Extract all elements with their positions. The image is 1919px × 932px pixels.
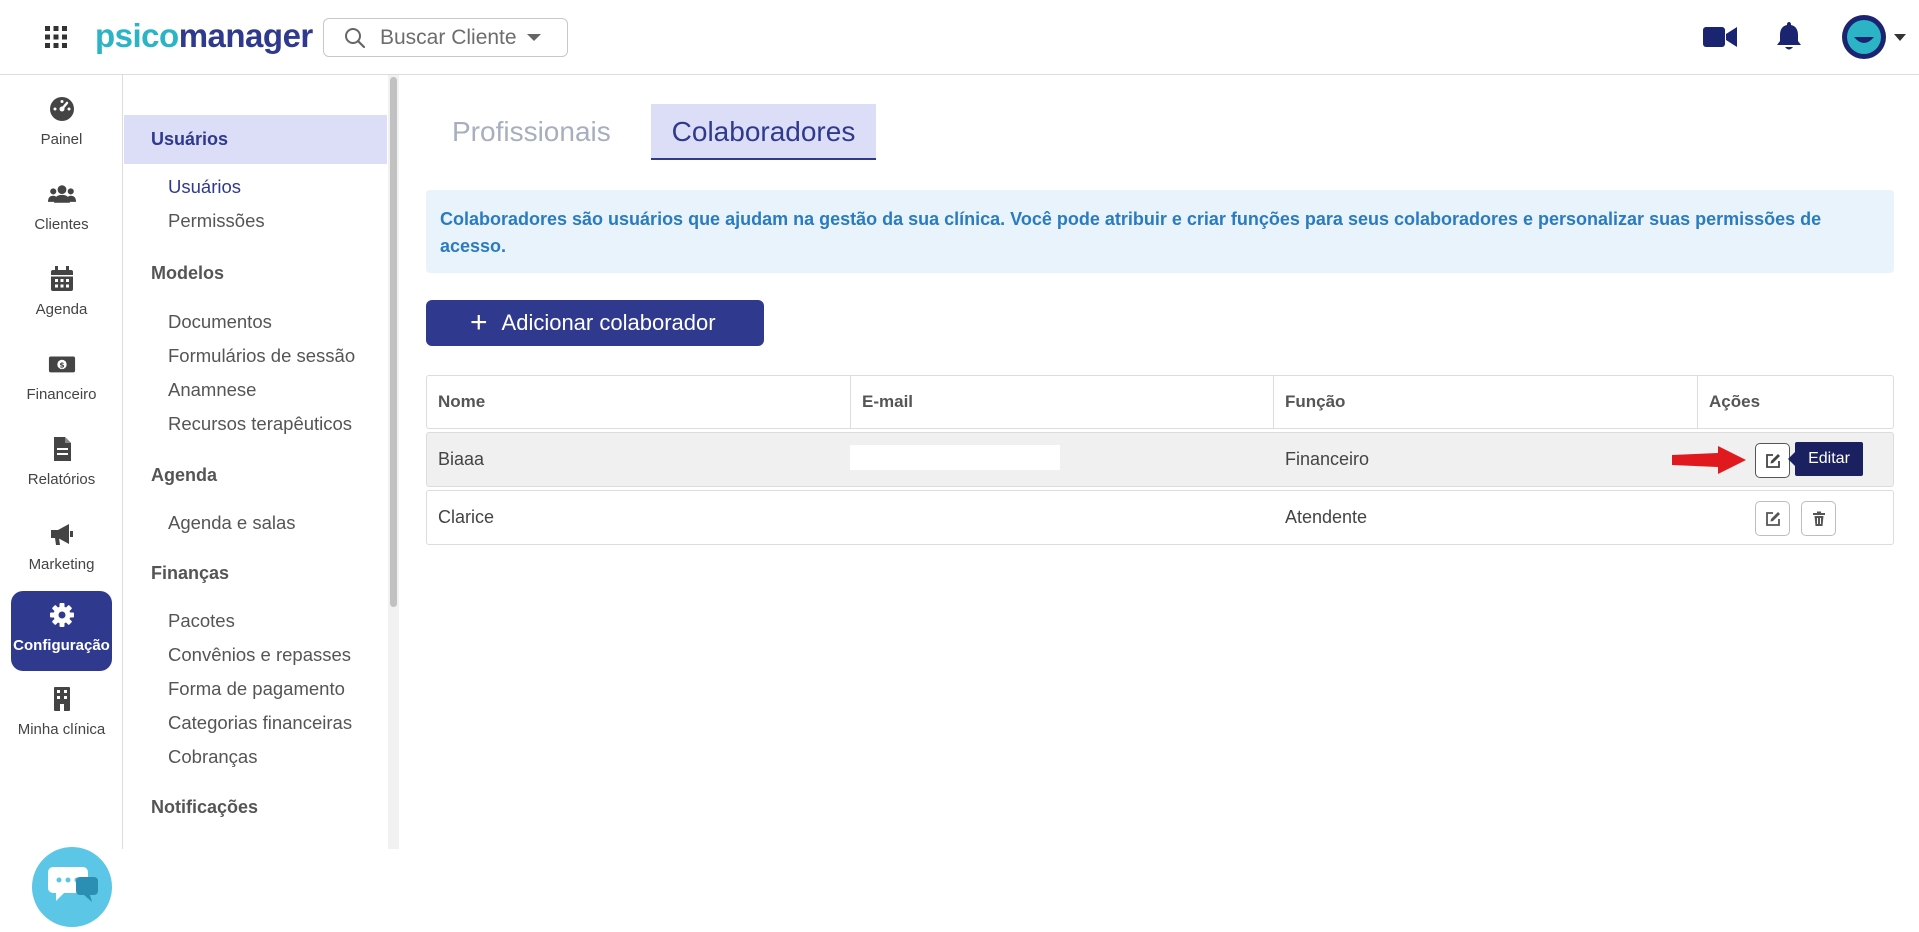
red-arrow-annotation-icon: [1672, 446, 1746, 474]
nav-label: Clientes: [34, 216, 89, 233]
cell-nome: Biaaa: [438, 449, 485, 469]
nav-label: Marketing: [28, 556, 95, 573]
table-header: Nome E-mail Função Ações: [426, 375, 1894, 429]
tab-profissionais[interactable]: Profissionais: [452, 104, 611, 160]
cell-nome: Clarice: [438, 507, 495, 527]
search-placeholder: Buscar Cliente: [380, 25, 517, 49]
cell-email-redacted: [850, 445, 1060, 470]
chevron-down-icon: [526, 34, 541, 41]
top-bar: psicomanager Buscar Cliente: [0, 0, 1919, 75]
users-icon: [47, 185, 76, 203]
section-financas: Finanças: [151, 563, 230, 583]
nav-label: Configuração: [13, 637, 110, 654]
nav-painel[interactable]: Painel: [11, 85, 112, 165]
link-categorias[interactable]: Categorias financeiras: [168, 712, 352, 734]
col-email: E-mail: [851, 376, 1274, 428]
building-icon: [53, 687, 70, 711]
nav-agenda[interactable]: Agenda: [11, 255, 112, 335]
add-collaborator-button[interactable]: + Adicionar colaborador: [426, 300, 764, 346]
link-agenda-salas[interactable]: Agenda e salas: [168, 512, 296, 534]
col-nome: Nome: [427, 376, 851, 428]
bell-icon[interactable]: [1776, 21, 1802, 51]
nav-label: Painel: [40, 131, 83, 148]
main-nav-rail: Painel Clientes Agenda $ Financeiro Rela…: [0, 75, 123, 927]
add-collaborator-label: Adicionar colaborador: [501, 310, 716, 335]
user-avatar[interactable]: [1842, 15, 1886, 59]
col-funcao: Função: [1274, 376, 1698, 428]
cell-funcao: Financeiro: [1285, 449, 1370, 469]
dashboard-gauge-icon: [49, 97, 74, 121]
video-camera-icon[interactable]: [1703, 25, 1737, 49]
trash-icon: [1812, 511, 1825, 526]
table-row[interactable]: Clarice Atendente: [426, 490, 1894, 545]
nav-label: Minha clínica: [17, 721, 106, 738]
sidebar-scrollbar[interactable]: [388, 75, 399, 849]
calendar-icon: [50, 266, 73, 291]
nav-financeiro[interactable]: $ Financeiro: [11, 340, 112, 420]
col-acoes: Ações: [1709, 392, 1761, 411]
nav-label: Agenda: [35, 301, 88, 318]
avatar-face-icon: [1847, 20, 1881, 54]
client-search[interactable]: Buscar Cliente: [323, 18, 568, 57]
account-menu-chevron-icon[interactable]: [1894, 34, 1906, 41]
link-documentos[interactable]: Documentos: [168, 311, 272, 333]
nav-clientes[interactable]: Clientes: [11, 170, 112, 250]
link-cobrancas[interactable]: Cobranças: [168, 746, 257, 768]
tab-colaboradores[interactable]: Colaboradores: [651, 104, 876, 160]
link-anamnese[interactable]: Anamnese: [168, 379, 256, 401]
gear-icon: [49, 603, 74, 627]
link-usuarios[interactable]: Usuários: [168, 176, 241, 198]
delete-button[interactable]: [1801, 501, 1836, 536]
tooltip-pointer: [1788, 452, 1795, 466]
link-convenios[interactable]: Convênios e repasses: [168, 644, 351, 666]
edit-icon: [1765, 453, 1780, 468]
section-notificacoes: Notificações: [151, 797, 259, 817]
nav-label: Relatórios: [27, 471, 96, 488]
logo-text-psico: psico: [95, 17, 179, 54]
search-icon: [345, 27, 366, 48]
edit-icon: [1765, 511, 1780, 526]
section-usuarios[interactable]: Usuários: [151, 129, 228, 150]
edit-tooltip: Editar: [1795, 442, 1863, 476]
plus-icon: +: [470, 306, 488, 339]
edit-button[interactable]: [1755, 501, 1790, 536]
link-recursos[interactable]: Recursos terapêuticos: [168, 413, 352, 435]
edit-button[interactable]: [1755, 443, 1790, 478]
nav-relatorios[interactable]: Relatórios: [11, 425, 112, 505]
chat-support-button[interactable]: [32, 847, 112, 927]
scrollbar-thumb[interactable]: [390, 77, 397, 607]
logo-text-manager: manager: [178, 17, 314, 54]
nav-marketing[interactable]: Marketing: [11, 510, 112, 590]
link-permissoes[interactable]: Permissões: [168, 210, 265, 232]
link-forma-pagamento[interactable]: Forma de pagamento: [168, 678, 345, 700]
nav-minha-clinica[interactable]: Minha clínica: [11, 675, 112, 755]
megaphone-icon: [50, 524, 73, 545]
svg-text:$: $: [59, 361, 64, 370]
link-formularios[interactable]: Formulários de sessão: [168, 345, 355, 367]
money-bill-icon: $: [48, 356, 75, 373]
info-banner: Colaboradores são usuários que ajudam na…: [426, 190, 1894, 273]
app-logo[interactable]: psicomanager: [95, 16, 313, 56]
link-pacotes[interactable]: Pacotes: [168, 610, 235, 632]
settings-sidebar: Usuários Usuários Permissões Modelos Doc…: [124, 75, 399, 849]
chat-bubble-icon: [48, 867, 98, 902]
file-report-icon: [53, 437, 71, 461]
nav-label: Financeiro: [26, 386, 97, 403]
apps-grid-icon[interactable]: [45, 26, 67, 48]
nav-configuracao[interactable]: Configuração: [11, 591, 112, 671]
cell-funcao: Atendente: [1285, 507, 1368, 527]
section-agenda: Agenda: [151, 465, 218, 485]
section-modelos: Modelos: [151, 263, 225, 283]
